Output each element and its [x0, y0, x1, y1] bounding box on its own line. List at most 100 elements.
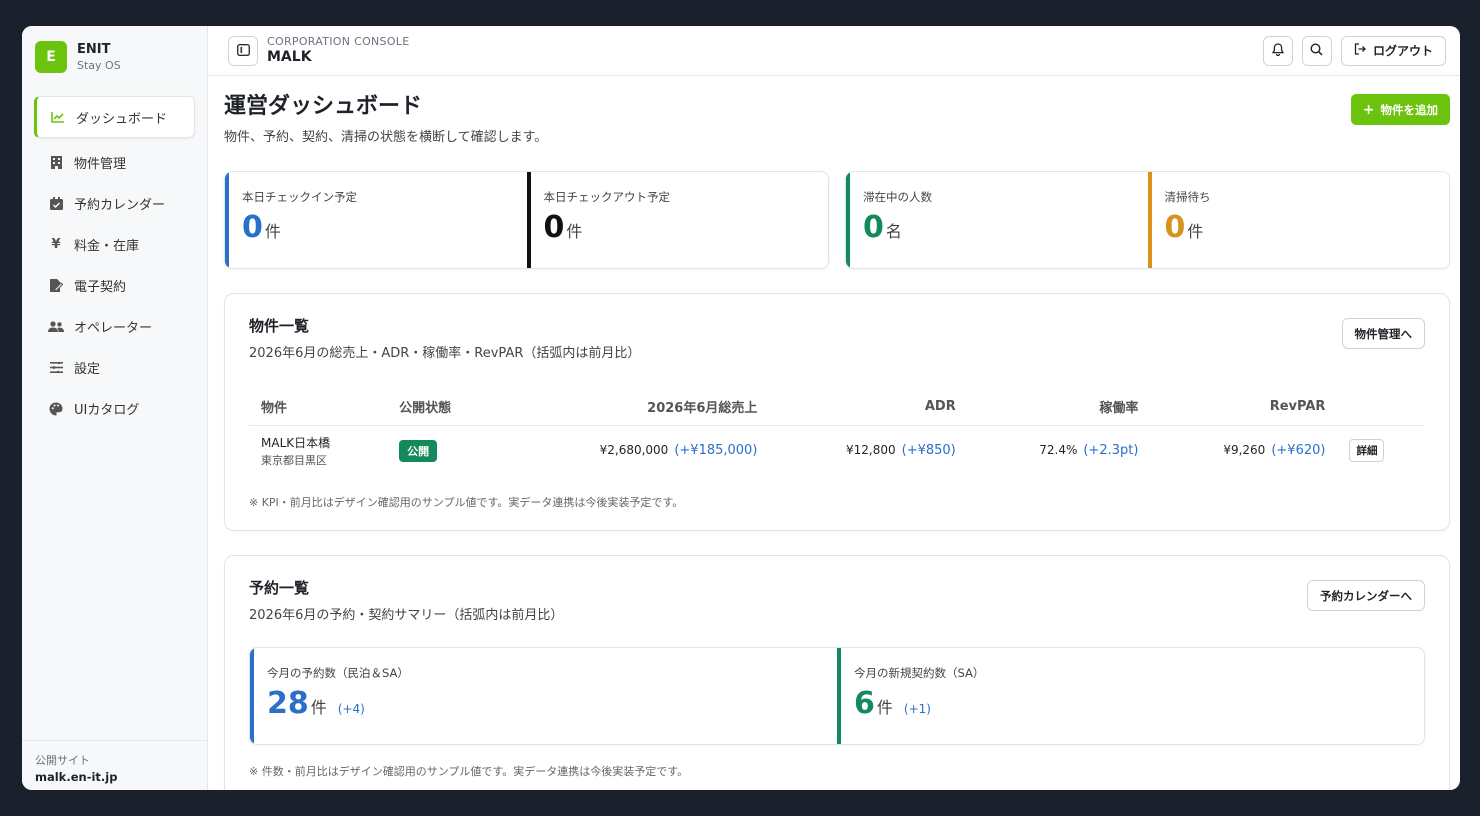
property-management-button[interactable]: 物件管理へ [1341, 318, 1425, 349]
sales-cell: ¥2,680,000 (+¥185,000) [500, 425, 770, 476]
sales-value: ¥2,680,000 [599, 443, 669, 458]
logout-button[interactable]: ログアウト [1340, 35, 1446, 66]
revpar-delta: (+¥620) [1271, 443, 1326, 459]
kpi-accent-bar [837, 648, 841, 744]
column-header: 公開状態 [387, 389, 500, 426]
properties-table: 物件 公開状態 2026年6月総売上 ADR 稼働率 RevPAR MALK日本… [249, 389, 1425, 476]
column-header: RevPAR [1150, 389, 1338, 426]
kpi-label: 本日チェックイン予定 [242, 190, 357, 204]
page-subtitle: 物件、予約、契約、清掃の状態を横断して確認します。 [224, 130, 548, 145]
yen-icon: ¥ [51, 237, 61, 252]
kpi-label: 今月の新規契約数（SA） [854, 666, 985, 680]
chart-icon [50, 109, 66, 125]
kpi-label: 本日チェックアウト予定 [543, 190, 671, 204]
sidebar-item-label: 予約カレンダー [74, 198, 166, 213]
kpi-value: 0 [863, 210, 884, 245]
sidebar: E ENIT Stay OS ダッシュボード 物件管理 予約カレンダー ¥ 料金… [22, 26, 208, 790]
sample-data-note: ※ KPI・前月比はデザイン確認用のサンプル値です。実データ連携は今後実装予定で… [249, 496, 684, 509]
table-header-row: 物件 公開状態 2026年6月総売上 ADR 稼働率 RevPAR [249, 389, 1425, 426]
sidebar-item-dashboard[interactable]: ダッシュボード [34, 96, 195, 138]
reservations-card: 予約一覧 2026年6月の予約・契約サマリー（括弧内は前月比） 予約カレンダーへ… [224, 555, 1450, 790]
kpi-label: 今月の予約数（民泊＆SA） [267, 666, 409, 680]
reservation-calendar-button[interactable]: 予約カレンダーへ [1307, 580, 1425, 611]
sidebar-item-ui-catalog[interactable]: UIカタログ [34, 390, 195, 427]
actions-cell: 詳細 [1337, 425, 1425, 476]
public-site-label: 公開サイト [35, 754, 90, 767]
sidebar-item-label: 物件管理 [74, 157, 127, 172]
sidebar-item-settings[interactable]: 設定 [34, 349, 195, 386]
column-header: 2026年6月総売上 [499, 389, 770, 426]
occupancy-cell: 72.4% (+2.3pt) [968, 425, 1151, 476]
contract-icon [48, 278, 64, 294]
sidebar-item-calendar[interactable]: 予約カレンダー [34, 185, 195, 222]
property-area: 東京都目黒区 [261, 453, 327, 467]
adr-delta: (+¥850) [901, 443, 956, 459]
logout-label: ログアウト [1372, 44, 1433, 58]
detail-button[interactable]: 詳細 [1349, 439, 1385, 463]
property-cell: MALK日本橋 東京都目黒区 [249, 425, 387, 476]
kpi-unit: 件 [310, 698, 327, 717]
add-property-button[interactable]: + 物件を追加 [1350, 94, 1450, 125]
sidebar-toggle-button[interactable] [228, 35, 258, 66]
palette-icon [48, 401, 64, 417]
page-header: 運営ダッシュボード 物件、予約、契約、清掃の状態を横断して確認します。 + 物件… [224, 92, 1450, 145]
status-badge: 公開 [399, 439, 438, 462]
kpi-guests-staying: 滞在中の人数 0名 [846, 172, 1148, 268]
logout-icon [1354, 43, 1366, 58]
kpi-label: 清掃待ち [1164, 190, 1211, 204]
kpi-delta: (+1) [903, 702, 931, 716]
sidebar-item-pricing[interactable]: ¥ 料金・在庫 [34, 226, 195, 263]
section-title: 予約一覧 [249, 579, 310, 597]
kpi-value: 6 [854, 686, 875, 721]
kpi-accent-bar [846, 172, 850, 268]
corporation-name: MALK [267, 49, 312, 65]
building-icon [48, 155, 64, 171]
section-title: 物件一覧 [249, 317, 310, 335]
sliders-icon [48, 360, 64, 376]
calendar-icon [48, 196, 64, 212]
table-row[interactable]: MALK日本橋 東京都目黒区 公開 ¥2,680,000 (+¥185,000) … [249, 425, 1425, 476]
reservation-kpi-group: 今月の予約数（民泊＆SA） 28 件 (+4) 今月の新規契約数（SA） 6 件 (+1… [249, 647, 1425, 745]
plus-icon: + [1362, 101, 1375, 118]
notifications-button[interactable] [1262, 35, 1293, 66]
section-subtitle: 2026年6月の予約・契約サマリー（括弧内は前月比） [249, 608, 564, 623]
main-area: CORPORATION CONSOLE MALK ログアウト 運営ダッシュボード… [208, 26, 1460, 790]
kpi-cleaning-pending: 清掃待ち 0件 [1147, 172, 1450, 268]
kpi-value: 0 [543, 210, 565, 245]
brand-logo: E [35, 41, 67, 73]
kpi-new-contracts: 今月の新規契約数（SA） 6 件 (+1) [837, 648, 1424, 744]
sidebar-item-label: UIカタログ [74, 403, 140, 418]
public-site-link[interactable]: malk.en-it.jp [35, 769, 207, 785]
kpi-accent-bar [250, 648, 254, 744]
search-button[interactable] [1301, 35, 1332, 66]
kpi-accent-bar [1147, 172, 1152, 268]
users-icon [48, 319, 64, 335]
sidebar-toggle-icon [236, 41, 250, 60]
kpi-value: 0 [242, 210, 263, 245]
brand[interactable]: E ENIT Stay OS [22, 26, 207, 88]
kpi-group-stay-cleaning: 滞在中の人数 0名 清掃待ち 0件 [845, 171, 1450, 269]
column-header: ADR [769, 389, 968, 426]
kpi-group-checkinout: 本日チェックイン予定 0件 本日チェックアウト予定 0件 [224, 171, 829, 269]
kpi-unit: 件 [1187, 222, 1204, 241]
kpi-unit: 名 [885, 222, 902, 241]
sample-data-note: ※ 件数・前月比はデザイン確認用のサンプル値です。実データ連携は今後実装予定です… [249, 765, 689, 778]
page-title: 運営ダッシュボード [224, 94, 423, 119]
sidebar-item-label: 設定 [74, 362, 101, 377]
sidebar-item-contracts[interactable]: 電子契約 [34, 267, 195, 304]
kpi-accent-bar [526, 172, 531, 268]
sidebar-item-label: オペレーター [74, 321, 153, 336]
bell-icon [1271, 41, 1285, 60]
kpi-unit: 件 [264, 222, 281, 241]
brand-subtitle: Stay OS [77, 58, 121, 72]
column-header-actions [1337, 389, 1425, 426]
console-label: CORPORATION CONSOLE [267, 35, 410, 48]
sidebar-item-label: 料金・在庫 [74, 239, 140, 254]
topbar-actions: ログアウト [1262, 35, 1446, 66]
kpi-accent-bar [225, 172, 229, 268]
app-window: E ENIT Stay OS ダッシュボード 物件管理 予約カレンダー ¥ 料金… [22, 26, 1460, 790]
section-subtitle: 2026年6月の総売上・ADR・稼働率・RevPAR（括弧内は前月比） [249, 346, 641, 361]
kpi-row: 本日チェックイン予定 0件 本日チェックアウト予定 0件 滞在中の人数 0名 清… [224, 171, 1450, 269]
sidebar-item-operators[interactable]: オペレーター [34, 308, 195, 345]
sidebar-item-properties[interactable]: 物件管理 [34, 144, 195, 181]
